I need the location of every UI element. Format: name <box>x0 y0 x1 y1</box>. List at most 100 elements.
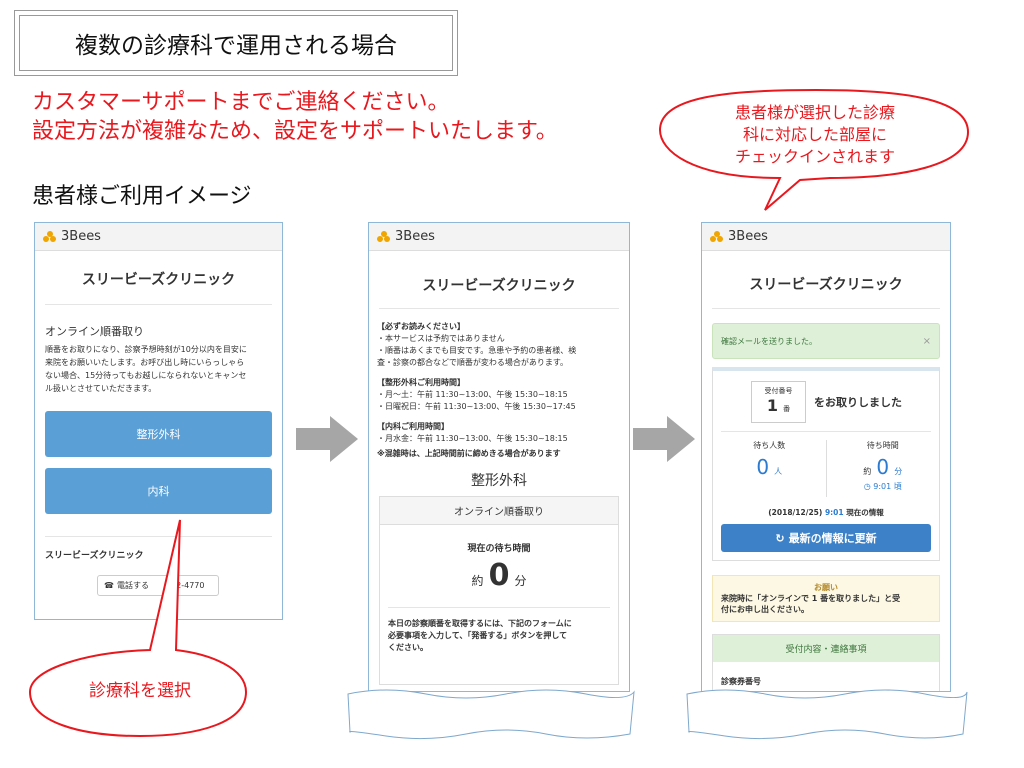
call-button[interactable]: ☎ 電話する 402-4770 <box>97 575 219 596</box>
internal-hours-title: 【内科ご利用時間】 <box>377 422 449 431</box>
internal-dept-button[interactable]: 内科 <box>45 468 272 514</box>
wait-time-value: 0 <box>876 455 890 479</box>
ortho-dept-button[interactable]: 整形外科 <box>45 411 272 457</box>
ticket-box: 受付番号 1 番 <box>751 381 806 423</box>
wait-unit: 分 <box>514 574 527 588</box>
clinic-name: スリービーズクリニック <box>749 277 903 293</box>
waiting-people-stat: 待ち人数 0 人 <box>713 440 827 497</box>
divider <box>379 308 619 309</box>
ticket-row: 受付番号 1 番 をお取りしました <box>751 381 939 423</box>
reception-panel: 受付内容・連絡事項 診察券番号 <box>712 634 940 691</box>
desc-line: 来院をお願いいたします。お呼び出し時にいらっしゃら <box>45 358 245 367</box>
form-instructions: 本日の診察順番を取得するには、下記のフォームに 必要事項を入力して、「発番する」… <box>388 618 610 654</box>
info-timestamp: (2018/12/25) 9:01 現在の情報 <box>713 507 939 518</box>
bees-logo-icon <box>43 230 57 243</box>
hours-line: ・月～土：午前 11:30~13:00、午後 15:30~18:15 <box>377 390 568 399</box>
brand-name: 3Bees <box>61 229 101 244</box>
waiting-people-label: 待ち人数 <box>753 441 786 450</box>
desc-line: ル扱いとさせていただきます。 <box>45 384 157 393</box>
phone-screen-checked-in: 3Bees スリービーズクリニック 確認メールを送りました。 × 受付番号 1 … <box>701 222 951 692</box>
close-icon[interactable]: × <box>923 336 931 347</box>
brand-name: 3Bees <box>395 229 435 244</box>
info-suffix: 現在の情報 <box>846 508 884 517</box>
waiting-people-unit: 人 <box>774 467 783 476</box>
queue-panel: オンライン順番取り 現在の待ち時間 約 0 分 本日の診察順番を取得するには、下… <box>379 496 619 685</box>
queue-description: 順番をお取りになり、診察予想時刻が10分以内を目安に 来院をお願いいたします。お… <box>45 343 272 395</box>
waiting-people-group: 0 人 <box>713 455 826 479</box>
callout-line: チェックインされます <box>734 147 895 166</box>
wait-time-label: 待ち時間 <box>866 441 899 450</box>
ticket-taken-text: をお取りしました <box>814 396 902 409</box>
form-line: 必要事項を入力して、「発番する」ボタンを押して <box>388 631 568 640</box>
ticket-suffix: 番 <box>783 405 791 413</box>
reception-header: 受付内容・連絡事項 <box>713 635 939 662</box>
wait-prefix: 約 <box>471 574 484 588</box>
queue-panel-title: オンライン順番取り <box>380 497 618 525</box>
info-time: 9:01 <box>824 508 844 517</box>
notice-panel: お願い 来院時に「オンラインで 1 番を取りました」と受 付にお申し出ください。 <box>712 575 940 622</box>
refresh-icon: ↻ <box>775 531 785 545</box>
wait-value: 0 <box>488 558 510 593</box>
notice-title: お願い <box>814 583 838 592</box>
alert-success: 確認メールを送りました。 × <box>712 323 940 359</box>
divider <box>45 304 272 305</box>
arrow-right-icon <box>633 416 695 462</box>
ortho-hours-title: 【整形外科ご利用時間】 <box>377 378 465 387</box>
wait-time-prefix: 約 <box>863 467 872 476</box>
divider <box>388 607 610 608</box>
ticket-label: 受付番号 <box>764 387 793 395</box>
wait-time-group: 約 0 分 <box>827 455 940 479</box>
wait-value-group: 約 0 分 <box>380 558 618 593</box>
clock-icon: ◷ <box>863 482 871 491</box>
support-message-line1: カスタマーサポートまでご連絡ください。 <box>32 90 450 115</box>
call-button-label: 電話する <box>116 581 149 590</box>
phone-screen-select-dept: 3Bees スリービーズクリニック オンライン順番取り 順番をお取りになり、診察… <box>34 222 283 620</box>
torn-edge <box>686 689 968 740</box>
dept-title: 整形外科 <box>471 473 527 489</box>
info-date: (2018/12/25) <box>768 508 823 517</box>
notice-title: 【必ずお読みください】 <box>377 322 465 331</box>
form-line: ください。 <box>388 643 428 652</box>
hours-line: ・日曜祝日：午前 11:30~13:00、午後 15:30~17:45 <box>377 402 576 411</box>
refresh-button[interactable]: ↻ 最新の情報に更新 <box>721 524 931 552</box>
notice-line: ・順番はあくまでも目安です。急患や予約の患者様、検 <box>377 346 577 355</box>
refresh-button-label: 最新の情報に更新 <box>788 532 877 545</box>
divider <box>712 308 940 309</box>
clinic-name: スリービーズクリニック <box>422 278 576 294</box>
arrow-right-icon <box>296 416 358 462</box>
eta: 9:01 頃 <box>873 482 902 491</box>
eta-group: ◷ 9:01 頃 <box>827 481 940 492</box>
slide-title-box: 複数の診療科で運用される場合 <box>14 10 458 76</box>
brand-name: 3Bees <box>728 229 768 244</box>
support-message-line2: 設定方法が複雑なため、設定をサポートいたします。 <box>32 119 558 144</box>
slide-title: 複数の診療科で運用される場合 <box>19 15 453 71</box>
divider <box>45 536 272 537</box>
congestion-note: ※混雑時は、上記時間前に締めきる場合があります <box>377 449 561 458</box>
notice-line: 査・診察の都合などで順番が変わる場合があります。 <box>377 358 569 367</box>
section-label: 患者様ご利用イメージ <box>32 184 252 209</box>
wait-stats: 待ち人数 0 人 待ち時間 約 0 分 ◷ 9:01 頃 <box>713 440 939 497</box>
wait-label: 現在の待ち時間 <box>467 544 531 554</box>
wait-time-stat: 待ち時間 約 0 分 ◷ 9:01 頃 <box>827 440 940 497</box>
app-header: 3Bees <box>369 223 629 251</box>
notice-block: 【必ずお読みください】 ・本サービスは予約ではありません ・順番はあくまでも目安… <box>377 321 621 460</box>
phone-icon: ☎ <box>104 581 114 590</box>
ticket-number: 1 <box>766 396 779 415</box>
footer-clinic-name: スリービーズクリニック <box>45 551 144 561</box>
callout-line: 患者様が選択した診療 <box>734 103 895 122</box>
notice-line: 付にお申し出ください。 <box>721 605 809 614</box>
desc-line: 順番をお取りになり、診察予想時刻が10分以内を目安に <box>45 345 247 354</box>
wait-time-unit: 分 <box>894 467 903 476</box>
app-header: 3Bees <box>702 223 950 251</box>
callout-bottom-text: 診療科を選択 <box>89 681 191 701</box>
bees-logo-icon <box>710 230 724 243</box>
bees-logo-icon <box>377 230 391 243</box>
callout-line: 科に対応した部屋に <box>742 125 887 144</box>
alert-message: 確認メールを送りました。 <box>721 336 817 346</box>
support-message: カスタマーサポートまでご連絡ください。 設定方法が複雑なため、設定をサポートいた… <box>32 88 558 146</box>
phone-screen-ortho: 3Bees スリービーズクリニック 【必ずお読みください】 ・本サービスは予約で… <box>368 222 630 692</box>
clinic-name: スリービーズクリニック <box>81 272 236 288</box>
online-queue-heading: オンライン順番取り <box>45 325 144 338</box>
ticket-number-group: 1 番 <box>752 396 805 415</box>
app-header: 3Bees <box>35 223 282 251</box>
